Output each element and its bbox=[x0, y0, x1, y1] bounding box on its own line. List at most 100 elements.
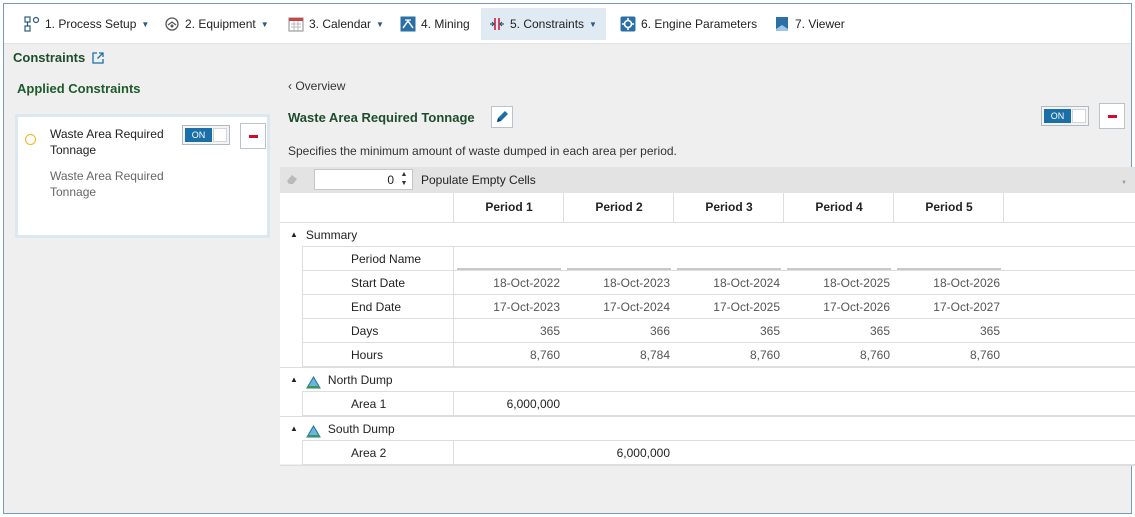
grid-line bbox=[302, 319, 303, 343]
page-title-text: Constraints bbox=[13, 50, 86, 65]
tab-viewer[interactable]: 7. Viewer bbox=[766, 8, 852, 40]
grid-cell[interactable]: 6,000,000 bbox=[454, 392, 560, 416]
calendar-icon bbox=[288, 16, 304, 32]
tab-engine-parameters[interactable]: 6. Engine Parameters bbox=[612, 8, 762, 40]
collapse-icon[interactable]: ▲ bbox=[290, 417, 298, 441]
grid-cell: 18-Oct-2025 bbox=[823, 276, 890, 290]
grid-line bbox=[453, 319, 454, 343]
row-label: Area 2 bbox=[351, 446, 387, 460]
grid-cell: 8,760 bbox=[859, 348, 890, 362]
constraint-description: Specifies the minimum amount of waste du… bbox=[288, 144, 677, 158]
group-header[interactable]: ▲ North Dump bbox=[290, 368, 590, 392]
overview-label: Overview bbox=[295, 79, 346, 93]
grid-line bbox=[453, 271, 454, 295]
viewer-icon bbox=[774, 16, 790, 32]
grid-cell: 365 bbox=[979, 324, 1000, 338]
populate-empty-cells-button[interactable]: Populate Empty Cells bbox=[421, 173, 536, 187]
populate-value-stepper[interactable]: 0 ▲ ▼ bbox=[314, 169, 413, 190]
collapse-icon[interactable]: ▲ bbox=[290, 368, 298, 392]
column-header-period: Period 2 bbox=[595, 200, 643, 214]
grid-line bbox=[302, 271, 303, 295]
period-name-underline bbox=[787, 268, 891, 270]
grid-line bbox=[453, 392, 454, 416]
row-label: Days bbox=[351, 324, 379, 338]
grid-cell: 17-Oct-2024 bbox=[603, 300, 670, 314]
tab-label: 3. Calendar bbox=[309, 17, 372, 31]
chevron-left-icon: ‹ bbox=[288, 79, 292, 93]
detail-title: Waste Area Required Tonnage bbox=[288, 110, 475, 125]
stepper-down-icon[interactable]: ▼ bbox=[399, 180, 409, 187]
toggle-knob bbox=[213, 128, 227, 142]
grid-cell: 17-Oct-2027 bbox=[933, 300, 1000, 314]
grid-cell: 8,760 bbox=[529, 348, 560, 362]
tab-equipment[interactable]: 2. Equipment ▼ bbox=[156, 8, 270, 40]
group-header[interactable]: ▲ Summary bbox=[290, 223, 590, 247]
tab-process-setup[interactable]: 1. Process Setup ▼ bbox=[16, 8, 150, 40]
grid-cell: 8,760 bbox=[969, 348, 1000, 362]
page-title: Constraints bbox=[13, 50, 104, 65]
grid-cell[interactable] bbox=[674, 392, 780, 416]
stepper-value: 0 bbox=[387, 173, 394, 187]
grid-cell: 17-Oct-2025 bbox=[713, 300, 780, 314]
tab-label: 2. Equipment bbox=[185, 17, 256, 31]
constraint-sublabel: Waste Area Required Tonnage bbox=[50, 169, 164, 199]
top-navigation: 1. Process Setup ▼ 2. Equipment ▼ 3. Cal… bbox=[4, 4, 1131, 44]
column-header-period: Period 3 bbox=[705, 200, 753, 214]
chevron-down-icon: ▼ bbox=[260, 19, 269, 29]
grid-line bbox=[453, 247, 454, 271]
status-dot-icon bbox=[25, 134, 36, 145]
period-name-underline bbox=[897, 268, 1001, 270]
detail-toggle[interactable]: ON bbox=[1041, 106, 1089, 126]
grid-cell[interactable] bbox=[784, 392, 890, 416]
grid-cell: 18-Oct-2023 bbox=[603, 276, 670, 290]
tab-label: 5. Constraints bbox=[510, 17, 585, 31]
stepper-up-icon[interactable]: ▲ bbox=[399, 171, 409, 178]
eraser-icon[interactable] bbox=[286, 173, 298, 185]
row-label: Area 1 bbox=[351, 397, 387, 411]
equipment-icon bbox=[164, 16, 180, 32]
grid-cell[interactable] bbox=[894, 441, 1000, 465]
row-label: End Date bbox=[351, 300, 402, 314]
grid-cell[interactable] bbox=[894, 392, 1000, 416]
grid-line bbox=[280, 465, 1135, 466]
process-setup-icon bbox=[24, 16, 40, 32]
collapse-icon[interactable]: ▲ bbox=[290, 223, 298, 247]
remove-detail-button[interactable] bbox=[1099, 103, 1125, 129]
grid-cell[interactable] bbox=[784, 441, 890, 465]
grid-line bbox=[302, 441, 303, 465]
external-link-icon[interactable] bbox=[92, 51, 104, 64]
group-label: North Dump bbox=[327, 373, 393, 387]
overflow-chevron-icon[interactable]: ▼ bbox=[1121, 180, 1127, 186]
tab-label: 4. Mining bbox=[421, 17, 470, 31]
chevron-down-icon: ▼ bbox=[376, 19, 384, 29]
grid-cell[interactable] bbox=[564, 392, 670, 416]
applied-constraint-card[interactable]: Waste Area Required Tonnage Waste Area R… bbox=[15, 114, 270, 238]
grid-cell[interactable]: 6,000,000 bbox=[564, 441, 670, 465]
grid-cell: 18-Oct-2026 bbox=[933, 276, 1000, 290]
tab-label: 7. Viewer bbox=[795, 17, 845, 31]
edit-button[interactable] bbox=[491, 106, 513, 128]
tab-calendar[interactable]: 3. Calendar ▼ bbox=[280, 8, 384, 40]
engine-parameters-icon bbox=[620, 16, 636, 32]
constraints-icon bbox=[489, 16, 505, 32]
grid-line bbox=[302, 247, 303, 271]
grid-cell: 365 bbox=[869, 324, 890, 338]
grid-cell: 365 bbox=[539, 324, 560, 338]
grid-cell[interactable] bbox=[674, 441, 780, 465]
overview-link[interactable]: ‹ Overview bbox=[288, 79, 345, 93]
row-label: Period Name bbox=[351, 252, 422, 266]
period-name-underline bbox=[457, 268, 561, 270]
constraint-grid: Period 1 Period 2 Period 3 Period 4 Period 5… bbox=[280, 193, 1135, 466]
tab-constraints[interactable]: 5. Constraints ▼ bbox=[481, 8, 606, 40]
column-header-period: Period 5 bbox=[925, 200, 973, 214]
constraint-toggle[interactable]: ON bbox=[182, 125, 230, 145]
grid-line bbox=[453, 193, 454, 222]
group-label: South Dump bbox=[327, 422, 395, 436]
group-header[interactable]: ▲ South Dump bbox=[290, 417, 590, 441]
grid-line bbox=[453, 343, 454, 367]
chevron-down-icon: ▼ bbox=[141, 19, 150, 29]
grid-line bbox=[302, 392, 303, 416]
grid-cell[interactable] bbox=[454, 441, 560, 465]
remove-constraint-button[interactable] bbox=[240, 123, 266, 149]
tab-mining[interactable]: 4. Mining bbox=[392, 8, 476, 40]
